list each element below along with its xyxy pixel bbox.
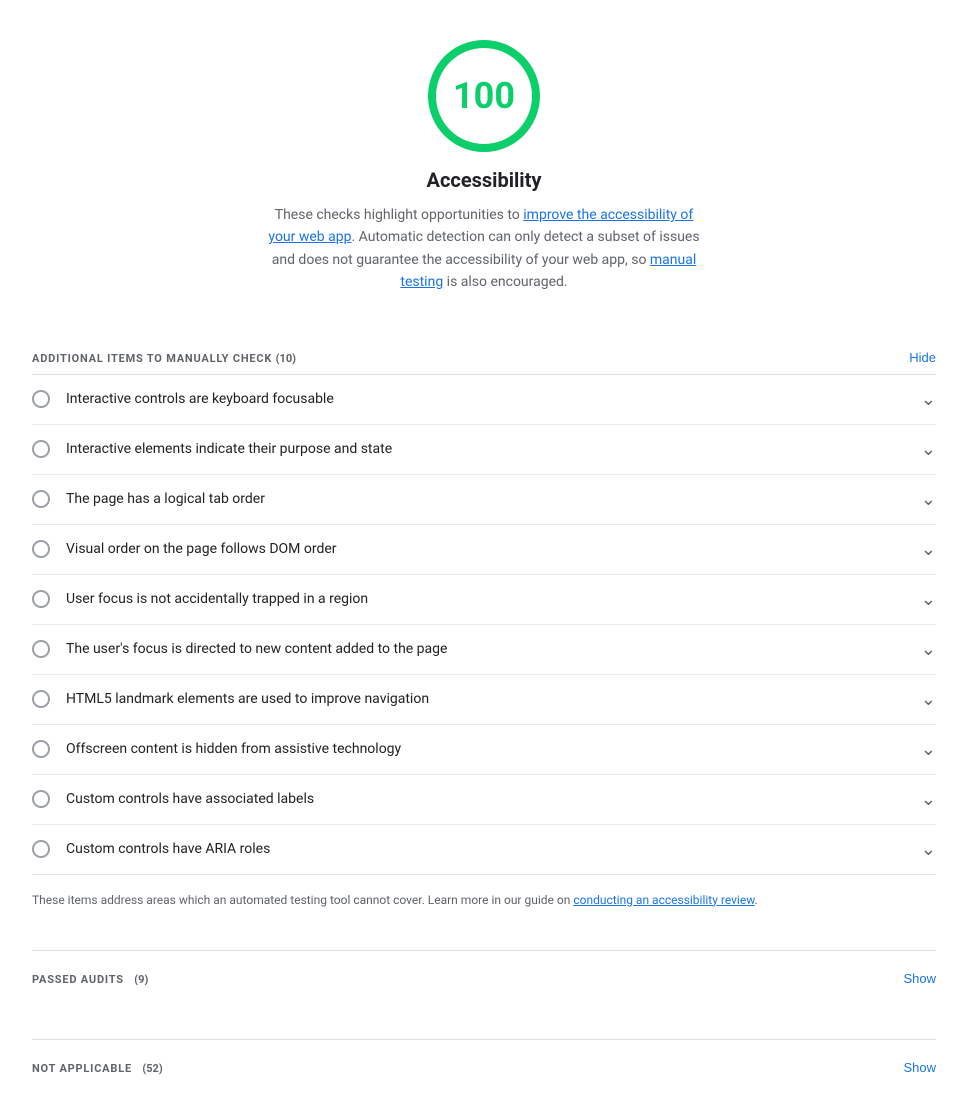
manual-checks-list: Interactive controls are keyboard focusa… — [32, 375, 936, 875]
score-title: Accessibility — [427, 168, 542, 192]
audit-label: The page has a logical tab order — [66, 491, 265, 507]
audit-item-left: HTML5 landmark elements are used to impr… — [32, 690, 429, 708]
manual-checks-label: ADDITIONAL ITEMS TO MANUALLY CHECK — [32, 352, 272, 365]
audit-status-icon — [32, 390, 50, 408]
footer-before: These items address areas which an autom… — [32, 893, 573, 907]
chevron-down-icon: ⌄ — [921, 789, 936, 810]
chevron-down-icon: ⌄ — [921, 439, 936, 460]
audit-status-icon — [32, 840, 50, 858]
score-description: These checks highlight opportunities to … — [264, 204, 704, 294]
score-desc-before: These checks highlight opportunities to — [275, 207, 524, 223]
manual-checks-toggle[interactable]: Hide — [909, 350, 936, 365]
audit-item-left: Visual order on the page follows DOM ord… — [32, 540, 337, 558]
audit-item-left: The page has a logical tab order — [32, 490, 265, 508]
audit-status-icon — [32, 690, 50, 708]
audit-label: HTML5 landmark elements are used to impr… — [66, 691, 429, 707]
audit-label: Custom controls have ARIA roles — [66, 841, 270, 857]
audit-label: Interactive controls are keyboard focusa… — [66, 391, 334, 407]
audit-item[interactable]: The user's focus is directed to new cont… — [32, 625, 936, 675]
audit-item[interactable]: Interactive controls are keyboard focusa… — [32, 375, 936, 425]
audit-item-left: Offscreen content is hidden from assisti… — [32, 740, 401, 758]
not-applicable-toggle[interactable]: Show — [903, 1060, 936, 1075]
manual-checks-count: (10) — [276, 352, 296, 365]
audit-item[interactable]: Interactive elements indicate their purp… — [32, 425, 936, 475]
chevron-down-icon: ⌄ — [921, 839, 936, 860]
audit-status-icon — [32, 790, 50, 808]
audit-status-icon — [32, 490, 50, 508]
chevron-down-icon: ⌄ — [921, 539, 936, 560]
audit-item[interactable]: User focus is not accidentally trapped i… — [32, 575, 936, 625]
chevron-down-icon: ⌄ — [921, 589, 936, 610]
passed-audits-count: (9) — [134, 973, 148, 986]
audit-item[interactable]: Custom controls have ARIA roles ⌄ — [32, 825, 936, 874]
manual-checks-title: ADDITIONAL ITEMS TO MANUALLY CHECK (10) — [32, 350, 296, 366]
audit-item[interactable]: Visual order on the page follows DOM ord… — [32, 525, 936, 575]
audit-item-left: Interactive elements indicate their purp… — [32, 440, 392, 458]
not-applicable-count: (52) — [142, 1062, 162, 1075]
passed-audits-label: PASSED AUDITS — [32, 973, 124, 986]
chevron-down-icon: ⌄ — [921, 739, 936, 760]
manual-check-note: These items address areas which an autom… — [32, 875, 936, 918]
manual-checks-header: ADDITIONAL ITEMS TO MANUALLY CHECK (10) … — [32, 326, 936, 375]
audit-status-icon — [32, 740, 50, 758]
score-section: 100 Accessibility These checks highlight… — [32, 0, 936, 326]
not-applicable-title-group: NOT APPLICABLE (52) — [32, 1060, 163, 1076]
score-circle: 100 — [428, 40, 540, 152]
audit-status-icon — [32, 440, 50, 458]
not-applicable-header: NOT APPLICABLE (52) Show — [32, 1039, 936, 1096]
not-applicable-label: NOT APPLICABLE — [32, 1062, 132, 1075]
score-desc-after: is also encouraged. — [443, 274, 567, 290]
audit-item-left: User focus is not accidentally trapped i… — [32, 590, 368, 608]
passed-audits-toggle[interactable]: Show — [903, 971, 936, 986]
footer-after: . — [755, 893, 758, 907]
audit-label: User focus is not accidentally trapped i… — [66, 591, 368, 607]
audit-label: Custom controls have associated labels — [66, 791, 314, 807]
passed-audits-title-group: PASSED AUDITS (9) — [32, 971, 148, 987]
accessibility-review-link[interactable]: conducting an accessibility review — [573, 893, 754, 907]
score-value: 100 — [453, 75, 515, 117]
audit-label: Interactive elements indicate their purp… — [66, 441, 392, 457]
chevron-down-icon: ⌄ — [921, 489, 936, 510]
audit-item[interactable]: Offscreen content is hidden from assisti… — [32, 725, 936, 775]
audit-status-icon — [32, 640, 50, 658]
audit-item-left: The user's focus is directed to new cont… — [32, 640, 447, 658]
audit-label: Visual order on the page follows DOM ord… — [66, 541, 337, 557]
audit-label: The user's focus is directed to new cont… — [66, 641, 447, 657]
audit-status-icon — [32, 590, 50, 608]
audit-item[interactable]: The page has a logical tab order ⌄ — [32, 475, 936, 525]
passed-audits-header: PASSED AUDITS (9) Show — [32, 950, 936, 1007]
not-applicable-section: NOT APPLICABLE (52) Show — [32, 1039, 936, 1096]
audit-item-left: Custom controls have ARIA roles — [32, 840, 270, 858]
audit-item-left: Custom controls have associated labels — [32, 790, 314, 808]
audit-status-icon — [32, 540, 50, 558]
chevron-down-icon: ⌄ — [921, 639, 936, 660]
page-container: 100 Accessibility These checks highlight… — [0, 0, 968, 1096]
audit-item-left: Interactive controls are keyboard focusa… — [32, 390, 334, 408]
chevron-down-icon: ⌄ — [921, 689, 936, 710]
passed-audits-section: PASSED AUDITS (9) Show — [32, 950, 936, 1007]
chevron-down-icon: ⌄ — [921, 389, 936, 410]
audit-item[interactable]: HTML5 landmark elements are used to impr… — [32, 675, 936, 725]
audit-item[interactable]: Custom controls have associated labels ⌄ — [32, 775, 936, 825]
audit-label: Offscreen content is hidden from assisti… — [66, 741, 401, 757]
